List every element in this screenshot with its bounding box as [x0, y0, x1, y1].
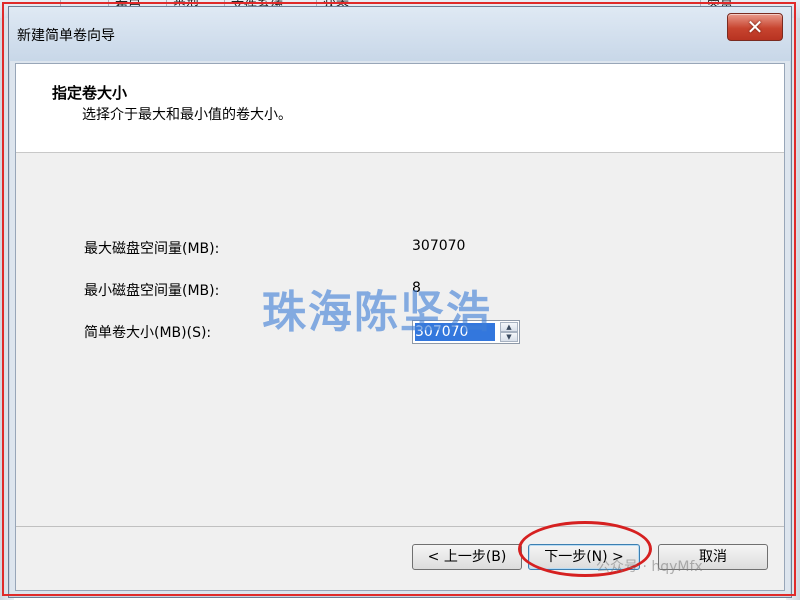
volume-size-label: 简单卷大小(MB)(S):	[84, 325, 212, 341]
wizard-content: 指定卷大小 选择介于最大和最小值的卷大小。 最大磁盘空间量(MB): 30707…	[15, 63, 785, 591]
spin-up-button[interactable]: ▲	[500, 322, 518, 332]
page-subtitle: 选择介于最大和最小值的卷大小。	[82, 107, 292, 123]
title-bar[interactable]: 新建简单卷向导 ✕	[9, 7, 791, 61]
max-space-label: 最大磁盘空间量(MB):	[84, 241, 220, 257]
window-title: 新建简单卷向导	[17, 28, 115, 44]
triangle-up-icon: ▲	[506, 323, 512, 331]
min-space-label: 最小磁盘空间量(MB):	[84, 283, 220, 299]
footer-watermark: 公众号 · hqyMfx	[596, 559, 703, 575]
page-title: 指定卷大小	[52, 84, 128, 102]
spin-down-button[interactable]: ▼	[500, 332, 518, 342]
footer-divider	[16, 526, 784, 527]
watermark-text: 珠海陈坚浩	[262, 287, 492, 338]
wizard-header: 指定卷大小 选择介于最大和最小值的卷大小。	[16, 64, 784, 153]
close-icon: ✕	[746, 15, 764, 39]
close-button[interactable]: ✕	[727, 13, 783, 41]
max-space-value: 307070	[412, 238, 466, 254]
back-button[interactable]: < 上一步(B)	[412, 544, 522, 570]
triangle-down-icon: ▼	[506, 333, 512, 341]
new-simple-volume-wizard: 新建简单卷向导 ✕ 指定卷大小 选择介于最大和最小值的卷大小。 最大磁盘空间量(…	[8, 6, 792, 598]
